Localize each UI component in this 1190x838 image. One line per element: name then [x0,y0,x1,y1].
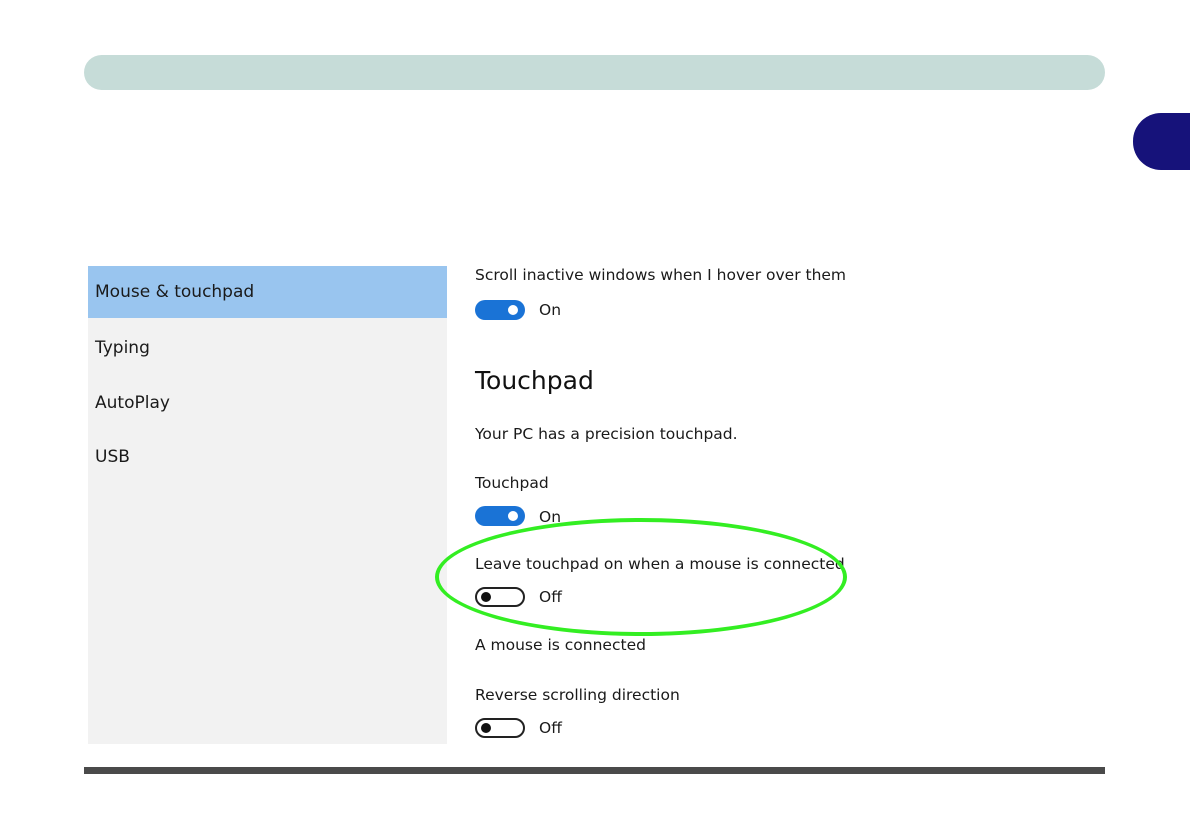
reverse-scrolling-state: Off [539,719,562,737]
chapter-tab [1133,113,1190,170]
sidebar-item-usb[interactable]: USB [88,431,447,483]
sidebar-item-autoplay[interactable]: AutoPlay [88,377,447,429]
highlight-ellipse [435,518,847,636]
mouse-connected-note: A mouse is connected [475,636,646,654]
sidebar-item-mouse-touchpad[interactable]: Mouse & touchpad [88,266,447,318]
touchpad-label: Touchpad [475,474,549,492]
settings-sidebar: Mouse & touchpad Typing AutoPlay USB [88,266,447,744]
toggle-knob [508,511,518,521]
scroll-inactive-state: On [539,301,562,319]
precision-touchpad-note: Your PC has a precision touchpad. [475,425,738,443]
reverse-scrolling-label: Reverse scrolling direction [475,686,680,704]
touchpad-heading: Touchpad [475,366,594,395]
scroll-inactive-label: Scroll inactive windows when I hover ove… [475,266,847,284]
reverse-scrolling-toggle[interactable] [475,718,525,738]
toggle-knob [481,723,491,733]
footer-rule [84,767,1105,774]
touchpad-toggle[interactable] [475,506,525,526]
toggle-knob [508,305,518,315]
sidebar-item-typing[interactable]: Typing [88,322,447,374]
scroll-inactive-toggle[interactable] [475,300,525,320]
settings-content: Scroll inactive windows when I hover ove… [475,260,1075,750]
header-bar [84,55,1105,90]
